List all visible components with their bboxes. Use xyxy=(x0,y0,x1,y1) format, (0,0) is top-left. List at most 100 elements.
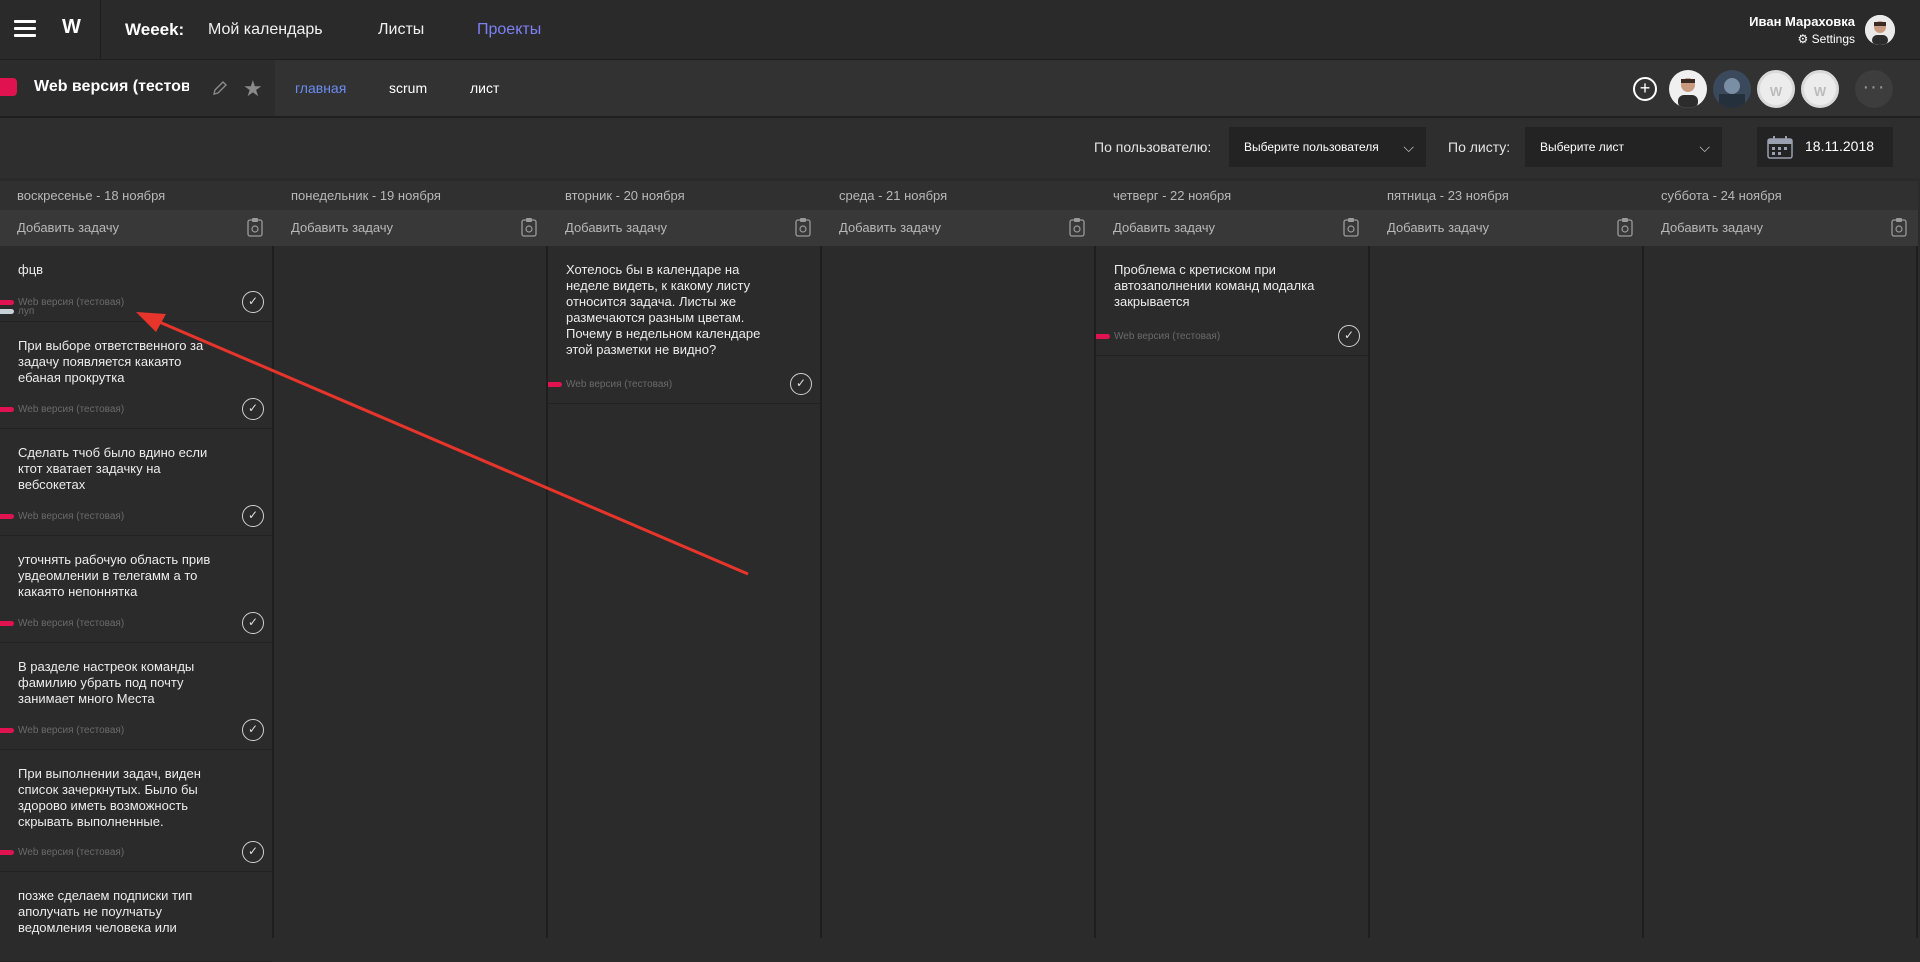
add-task-button[interactable]: Добавить задачу xyxy=(1370,210,1644,246)
complete-check-icon[interactable]: ✓ xyxy=(242,841,264,863)
add-task-button[interactable]: Добавить задачу xyxy=(1644,210,1918,246)
add-member-icon[interactable]: + xyxy=(1633,77,1657,101)
clipboard-icon[interactable] xyxy=(1069,217,1085,237)
list-color-tag xyxy=(0,309,14,314)
complete-check-icon[interactable]: ✓ xyxy=(790,373,812,395)
add-task-button[interactable]: Добавить задачу xyxy=(822,210,1096,246)
list-color-tag xyxy=(0,850,14,855)
complete-check-icon[interactable]: ✓ xyxy=(242,505,264,527)
clipboard-icon[interactable] xyxy=(1617,217,1633,237)
day-header: среда - 21 ноября xyxy=(822,178,1096,210)
add-task-label: Добавить задачу xyxy=(17,220,120,235)
day-header: суббота - 24 ноября xyxy=(1644,178,1918,210)
task-project: Web версия (тестовая) xyxy=(18,618,125,629)
date-picker[interactable]: 18.11.2018 xyxy=(1757,127,1893,167)
day-column: воскресенье - 18 ноября Добавить задачу фц… xyxy=(0,178,274,962)
add-task-button[interactable]: Добавить задачу xyxy=(0,210,274,246)
day-column: пятница - 23 ноября Добавить задачу xyxy=(1370,178,1644,938)
brand-name: Weeek: xyxy=(125,20,185,39)
chevron-down-icon: ⌵ xyxy=(1403,139,1414,155)
list-color-tag xyxy=(548,382,562,387)
day-column-body xyxy=(274,178,548,938)
settings-link[interactable]: ⚙ Settings xyxy=(1798,32,1855,46)
complete-check-icon[interactable]: ✓ xyxy=(1338,325,1360,347)
list-color-tag xyxy=(0,300,14,305)
task-title: Хотелось бы в календаре на неделе видеть… xyxy=(566,262,761,357)
tab-main[interactable]: главная xyxy=(295,80,346,96)
add-task-label: Добавить задачу xyxy=(291,220,394,235)
user-filter-select[interactable]: Выберите пользователя ⌵ xyxy=(1229,127,1426,167)
task-card[interactable]: позже сделаем подписки тип аполучать не … xyxy=(0,872,272,962)
list-color-tag xyxy=(0,728,14,733)
task-title: Сделать тчоб было вдино если ктот хватае… xyxy=(18,445,208,492)
clipboard-icon[interactable] xyxy=(1343,217,1359,237)
member-avatar[interactable]: W xyxy=(1757,70,1795,108)
project-title[interactable]: Web версия (тестовая) xyxy=(34,78,189,96)
complete-check-icon[interactable]: ✓ xyxy=(242,612,264,634)
task-title: уточнять рабочую область прив увдеомлени… xyxy=(18,552,211,599)
add-task-label: Добавить задачу xyxy=(1113,220,1216,235)
calendar-icon xyxy=(1767,135,1793,159)
day-column: четверг - 22 ноября Добавить задачу Пробле… xyxy=(1096,178,1370,938)
selected-date: 18.11.2018 xyxy=(1805,138,1875,154)
more-members-button[interactable]: ··· xyxy=(1855,70,1893,108)
list-color-tag xyxy=(0,407,14,412)
task-card[interactable]: В разделе настреок команды фамилию убрат… xyxy=(0,643,272,750)
task-card[interactable]: Сделать тчоб было вдино если ктот хватае… xyxy=(0,429,272,536)
add-task-button[interactable]: Добавить задачу xyxy=(1096,210,1370,246)
list-filter-select[interactable]: Выберите лист ⌵ xyxy=(1525,127,1722,167)
add-task-button[interactable]: Добавить задачу xyxy=(274,210,548,246)
star-icon[interactable]: ★ xyxy=(243,76,263,102)
edit-icon[interactable] xyxy=(212,80,228,96)
project-bar: Web версия (тестовая) ★ главная scrum ли… xyxy=(0,60,1920,118)
task-card[interactable]: При выборе ответственного за задачу появ… xyxy=(0,322,272,429)
task-title: При выполнении задач, виден список зачер… xyxy=(18,766,201,829)
menu-icon[interactable] xyxy=(14,20,36,40)
list-color-tag xyxy=(1096,334,1110,339)
user-filter-label: По пользователю: xyxy=(1094,139,1212,155)
task-card[interactable]: фцв Web версия (тестовая) ✓ луп xyxy=(0,246,272,322)
column-divider xyxy=(1916,246,1918,938)
user-filter-value: Выберите пользователя xyxy=(1244,140,1379,154)
nav-lists[interactable]: Листы xyxy=(378,21,424,39)
complete-check-icon[interactable]: ✓ xyxy=(242,398,264,420)
day-header: воскресенье - 18 ноября xyxy=(0,178,274,210)
task-title: позже сделаем подписки тип аполучать не … xyxy=(18,888,193,935)
clipboard-icon[interactable] xyxy=(521,217,537,237)
member-avatar[interactable]: W xyxy=(1801,70,1839,108)
add-task-label: Добавить задачу xyxy=(565,220,668,235)
member-avatar[interactable] xyxy=(1713,70,1751,108)
tab-scrum[interactable]: scrum xyxy=(389,80,427,96)
member-avatar[interactable] xyxy=(1669,70,1707,108)
task-card[interactable]: Проблема с кретиском при автозаполнении … xyxy=(1096,246,1368,356)
task-card[interactable]: При выполнении задач, виден список зачер… xyxy=(0,750,272,872)
tab-list[interactable]: лист xyxy=(470,80,499,96)
nav-my-calendar[interactable]: Мой календарь xyxy=(208,21,323,39)
user-name[interactable]: Иван Мараховка xyxy=(1749,14,1855,29)
task-card[interactable]: Хотелось бы в календаре на неделе видеть… xyxy=(548,246,820,404)
day-column-body xyxy=(1370,178,1644,938)
task-list-name: луп xyxy=(18,306,35,317)
clipboard-icon[interactable] xyxy=(795,217,811,237)
task-card[interactable]: уточнять рабочую область прив увдеомлени… xyxy=(0,536,272,643)
complete-check-icon[interactable]: ✓ xyxy=(242,291,264,313)
app-logo[interactable]: W xyxy=(62,16,81,39)
filter-bar: По пользователю: Выберите пользователя ⌵… xyxy=(0,118,1920,178)
add-task-label: Добавить задачу xyxy=(1387,220,1490,235)
task-project: Web версия (тестовая) xyxy=(18,725,125,736)
day-header: пятница - 23 ноября xyxy=(1370,178,1644,210)
clipboard-icon[interactable] xyxy=(1891,217,1907,237)
day-header: вторник - 20 ноября xyxy=(548,178,822,210)
complete-check-icon[interactable]: ✓ xyxy=(242,719,264,741)
add-task-label: Добавить задачу xyxy=(1661,220,1764,235)
clipboard-icon[interactable] xyxy=(247,217,263,237)
list-filter-value: Выберите лист xyxy=(1540,140,1624,154)
add-task-button[interactable]: Добавить задачу xyxy=(548,210,822,246)
nav-projects[interactable]: Проекты xyxy=(477,21,541,39)
user-avatar[interactable] xyxy=(1865,15,1895,45)
day-column: среда - 21 ноября Добавить задачу xyxy=(822,178,1096,938)
project-color-marker xyxy=(0,78,17,96)
add-task-label: Добавить задачу xyxy=(839,220,942,235)
day-column: вторник - 20 ноября Добавить задачу Хотело… xyxy=(548,178,822,938)
task-title: В разделе настреок команды фамилию убрат… xyxy=(18,659,195,706)
